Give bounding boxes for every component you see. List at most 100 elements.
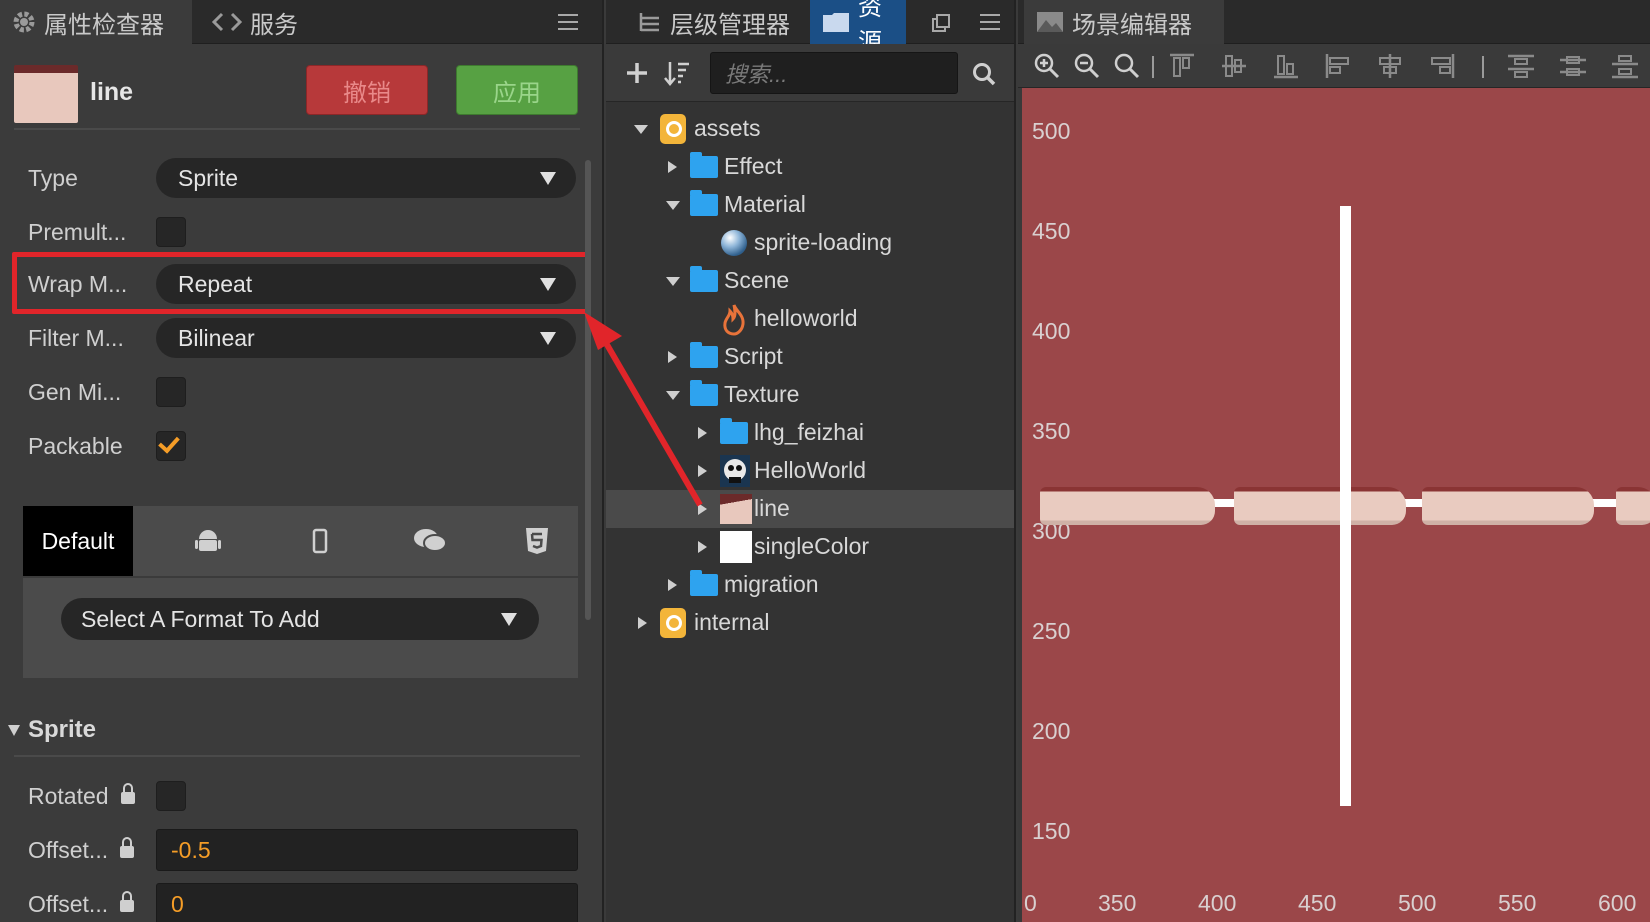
tree-item-script[interactable]: Script xyxy=(606,338,1014,376)
vertical-axis-line xyxy=(1340,206,1351,806)
collapsed-triangle-icon[interactable] xyxy=(698,465,707,477)
tree-item-label: lhg_feizhai xyxy=(754,419,864,445)
scene-canvas[interactable]: 500 450 400 350 300 250 200 150 0 350 40… xyxy=(1022,88,1650,922)
lock-icon xyxy=(120,783,135,804)
phone-icon xyxy=(312,528,328,554)
zoom-reset-icon[interactable] xyxy=(1114,53,1140,79)
expand-triangle-icon[interactable] xyxy=(666,201,680,210)
tab-web[interactable] xyxy=(497,506,577,576)
packable-checkbox[interactable] xyxy=(156,431,186,461)
align-hcenter-icon[interactable] xyxy=(1376,52,1404,80)
gen-mipmaps-checkbox[interactable] xyxy=(156,377,186,407)
distribute-top-icon[interactable] xyxy=(1506,52,1536,80)
search-icon[interactable] xyxy=(972,62,996,86)
inspector-menu-icon[interactable] xyxy=(558,14,578,30)
folder-icon xyxy=(720,418,748,444)
scene-editor-icon xyxy=(1037,12,1063,32)
collapsed-triangle-icon[interactable] xyxy=(698,503,707,515)
sprite-section-header[interactable]: Sprite xyxy=(8,716,96,744)
tree-item-effect[interactable]: Effect xyxy=(606,148,1014,186)
search-input[interactable]: 搜索... xyxy=(710,52,958,94)
rotated-checkbox[interactable] xyxy=(156,781,186,811)
collapsed-triangle-icon[interactable] xyxy=(668,351,677,363)
tab-mobile[interactable] xyxy=(275,506,365,576)
collapsed-triangle-icon[interactable] xyxy=(668,161,677,173)
popout-icon[interactable] xyxy=(932,14,950,32)
packable-label: Packable xyxy=(28,432,123,459)
distribute-bottom-icon[interactable] xyxy=(1610,52,1640,80)
tab-scene-editor[interactable]: 场景编辑器 xyxy=(1024,0,1224,44)
folder-icon xyxy=(690,570,718,596)
expand-triangle-icon[interactable] xyxy=(666,391,680,400)
tree-item-label: migration xyxy=(724,571,819,597)
collapsed-triangle-icon[interactable] xyxy=(668,579,677,591)
align-right-icon[interactable] xyxy=(1428,52,1456,80)
tree-item-lhg-feizhai[interactable]: lhg_feizhai xyxy=(606,414,1014,452)
expand-triangle-icon[interactable] xyxy=(634,125,648,134)
premultiply-checkbox[interactable] xyxy=(156,217,186,247)
align-top-icon[interactable] xyxy=(1168,52,1196,80)
add-icon[interactable] xyxy=(626,62,648,84)
format-select[interactable]: Select A Format To Add xyxy=(61,598,539,640)
type-select-value: Sprite xyxy=(178,164,239,191)
sort-icon[interactable] xyxy=(664,60,690,86)
tree-item-helloworld-texture[interactable]: HelloWorld xyxy=(606,452,1014,490)
checkmark-icon xyxy=(158,431,180,454)
tree-item-assets[interactable]: assets xyxy=(606,110,1014,148)
x-axis-label: 400 xyxy=(1198,890,1237,916)
rotated-label-text: Rotated xyxy=(28,782,109,809)
tab-assets[interactable]: 资源 xyxy=(810,0,906,56)
align-left-icon[interactable] xyxy=(1324,52,1352,80)
zoom-out-icon[interactable] xyxy=(1074,53,1100,79)
toolbar-separator xyxy=(1482,56,1484,78)
lock-icon xyxy=(120,837,135,858)
distribute-vcenter-icon[interactable] xyxy=(1558,52,1588,80)
align-bottom-icon[interactable] xyxy=(1272,52,1300,80)
filter-mode-select[interactable]: Bilinear xyxy=(156,318,576,358)
tab-inspector[interactable]: 属性检查器 xyxy=(0,0,192,44)
zoom-in-icon[interactable] xyxy=(1034,53,1060,79)
tree-item-singlecolor[interactable]: singleColor xyxy=(606,528,1014,566)
tab-services-label: 服务 xyxy=(250,11,298,39)
material-sphere-icon xyxy=(721,230,747,256)
folder-icon xyxy=(823,13,849,32)
tab-wechat[interactable] xyxy=(385,506,475,576)
platform-body: Select A Format To Add xyxy=(23,578,578,678)
tree-item-line[interactable]: line xyxy=(606,490,1014,528)
tree-item-migration[interactable]: migration xyxy=(606,566,1014,604)
lock-icon xyxy=(120,891,135,912)
tree-item-texture[interactable]: Texture xyxy=(606,376,1014,414)
tab-services[interactable]: 服务 xyxy=(200,0,310,44)
offset-x-input[interactable]: -0.5 xyxy=(156,829,578,871)
y-axis-label: 250 xyxy=(1032,618,1071,644)
collapsed-triangle-icon[interactable] xyxy=(698,427,707,439)
revert-button[interactable]: 撤销 xyxy=(306,65,428,115)
type-label: Type xyxy=(28,164,78,191)
tab-android[interactable] xyxy=(163,506,253,576)
inspector-scrollbar[interactable] xyxy=(585,160,591,620)
type-select[interactable]: Sprite xyxy=(156,158,576,198)
tree-item-scene[interactable]: Scene xyxy=(606,262,1014,300)
tree-item-helloworld[interactable]: helloworld xyxy=(606,300,1014,338)
assets-menu-icon[interactable] xyxy=(980,14,1000,30)
tree-item-material[interactable]: Material xyxy=(606,186,1014,224)
x-axis-label: 550 xyxy=(1498,890,1537,916)
tree-item-internal[interactable]: internal xyxy=(606,604,1014,642)
rotated-label: Rotated xyxy=(28,774,135,818)
tab-default[interactable]: Default xyxy=(23,506,133,576)
platform-tabs: Default xyxy=(23,506,578,576)
tree-item-label: Texture xyxy=(724,381,800,407)
offset-y-input[interactable]: 0 xyxy=(156,883,578,922)
collapsed-triangle-icon[interactable] xyxy=(698,541,707,553)
x-axis-label: 350 xyxy=(1098,890,1137,916)
folder-icon xyxy=(690,266,718,292)
divider xyxy=(14,755,580,757)
collapsed-triangle-icon[interactable] xyxy=(638,617,647,629)
apply-button[interactable]: 应用 xyxy=(456,65,578,115)
tree-item-sprite-loading[interactable]: sprite-loading xyxy=(606,224,1014,262)
align-vcenter-icon[interactable] xyxy=(1220,52,1248,80)
tab-hierarchy[interactable]: 层级管理器 xyxy=(626,0,802,44)
tab-scene-editor-label: 场景编辑器 xyxy=(1072,11,1192,39)
sprite-tile xyxy=(1040,487,1215,525)
expand-triangle-icon[interactable] xyxy=(666,277,680,286)
